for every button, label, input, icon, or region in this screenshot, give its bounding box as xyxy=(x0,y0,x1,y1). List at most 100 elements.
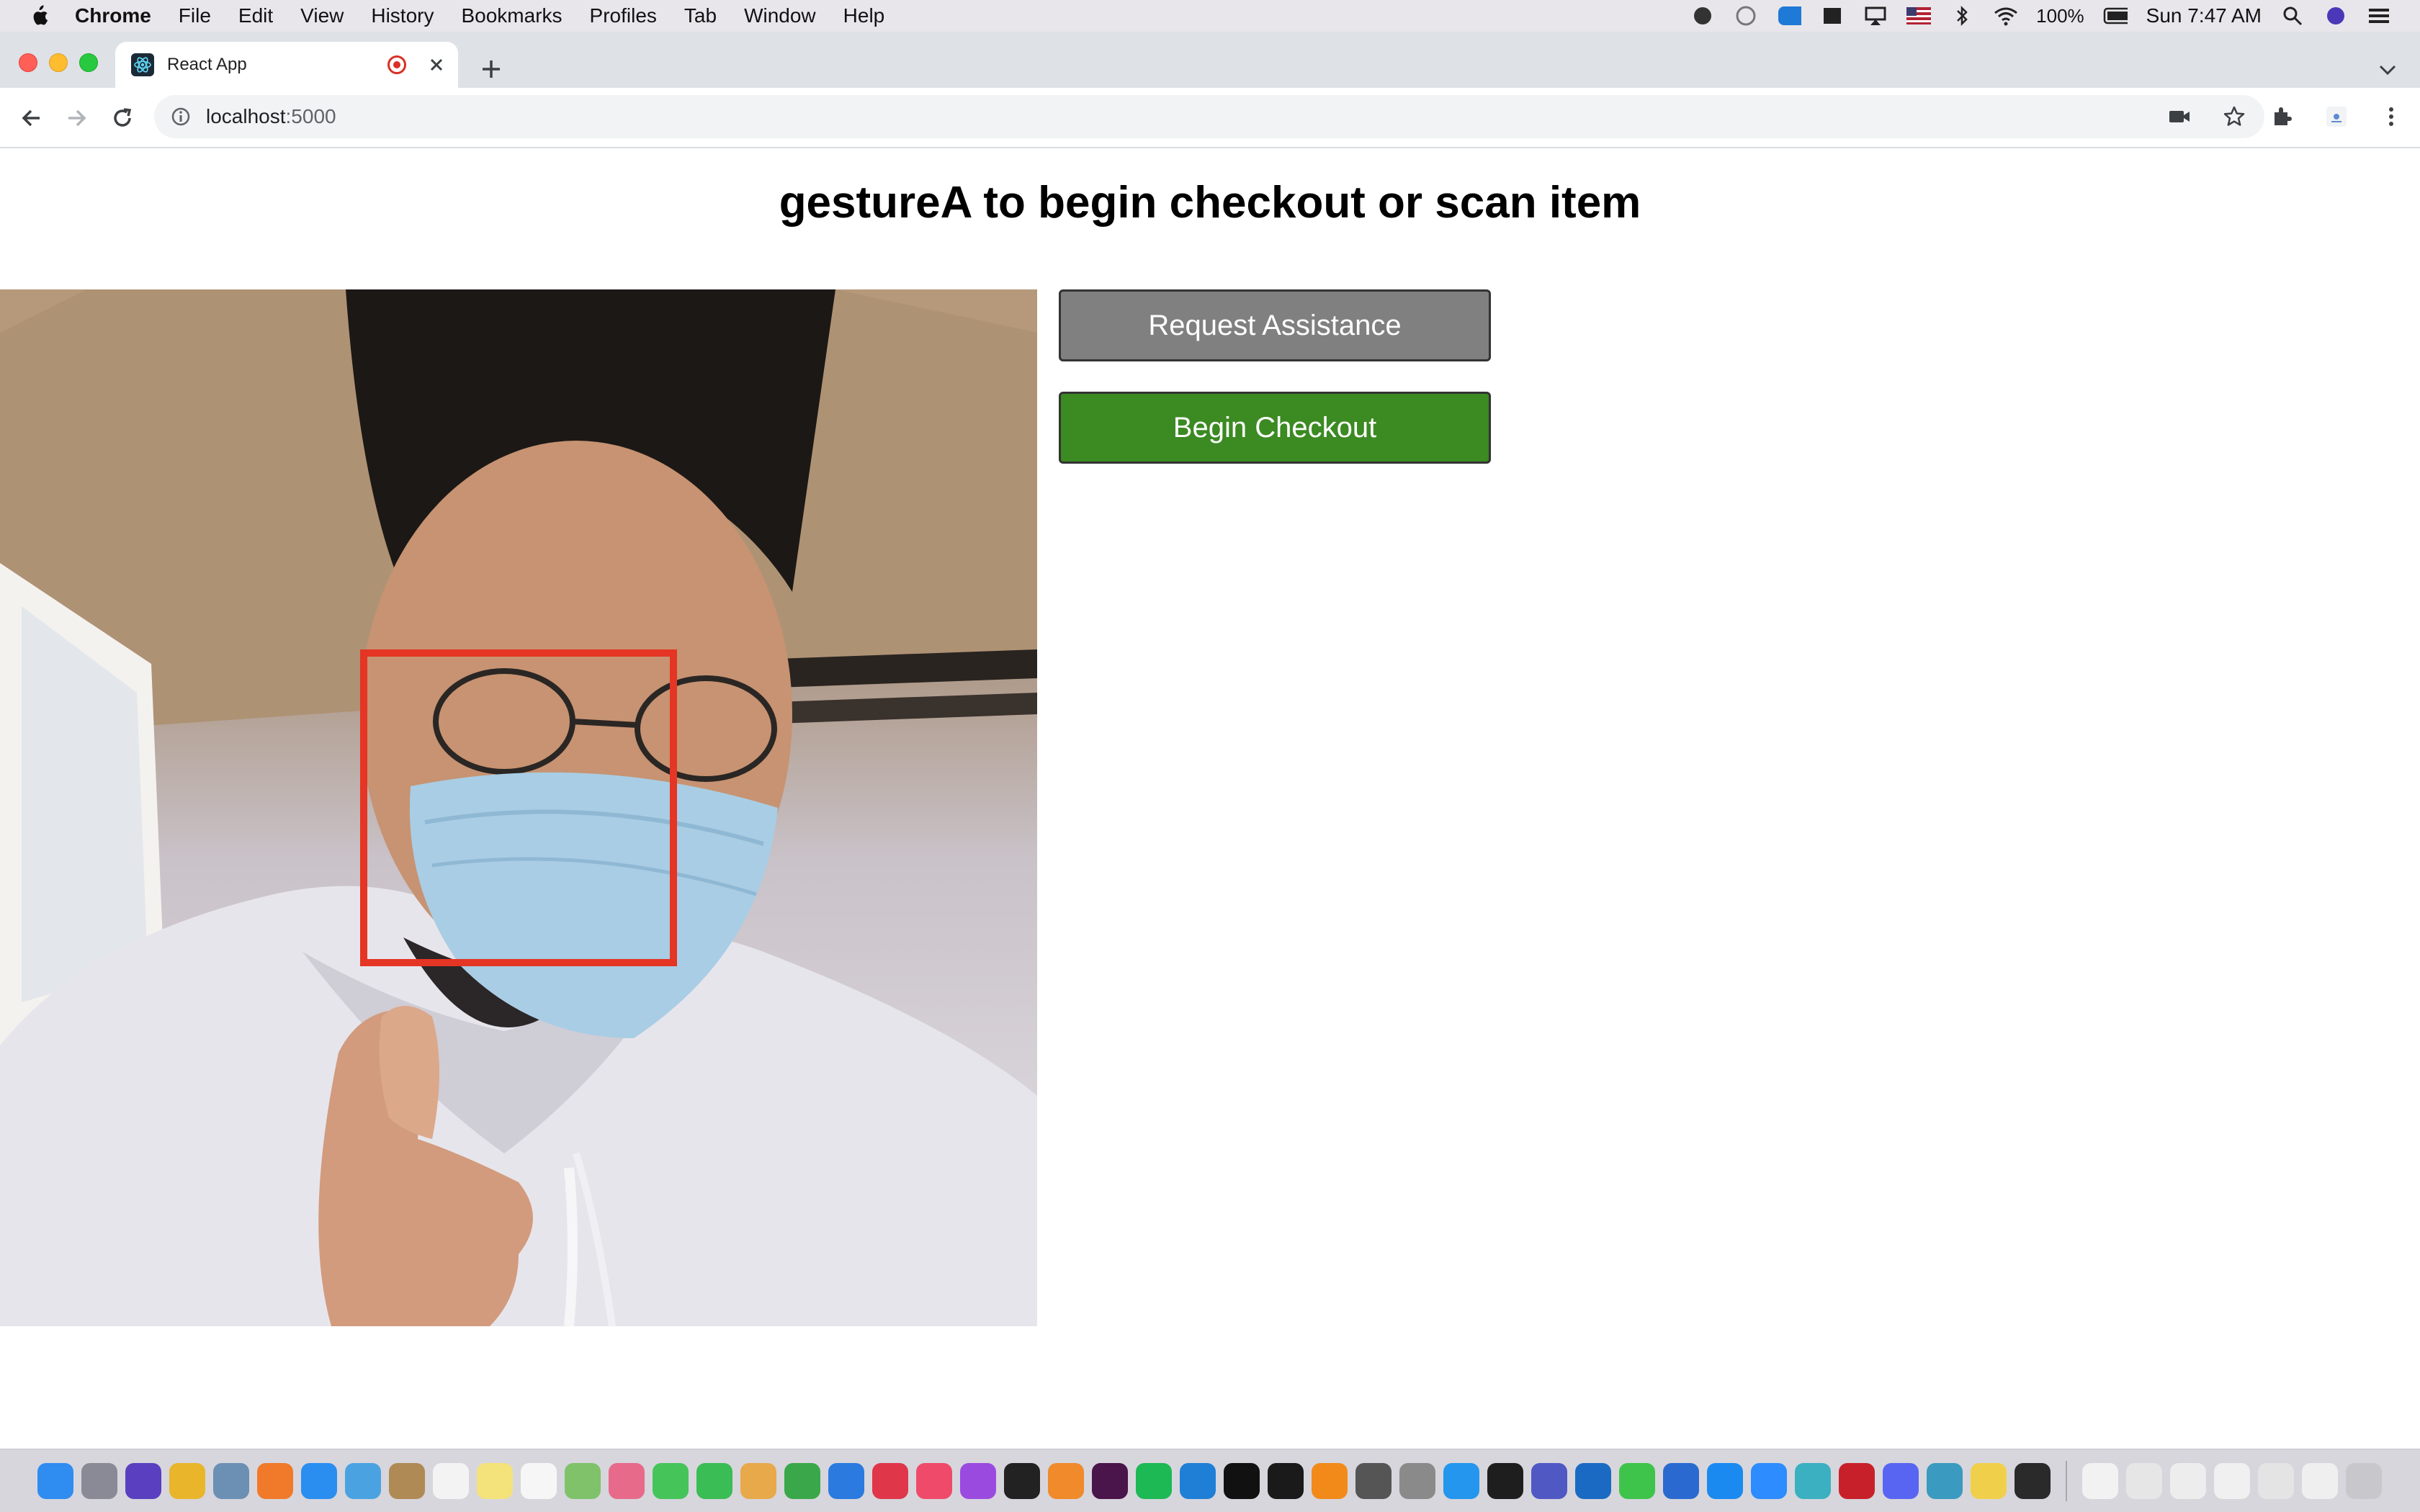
window-zoom-button[interactable] xyxy=(79,53,98,72)
dock-keynote-icon[interactable] xyxy=(828,1462,864,1499)
dock-asterisk-app-icon[interactable] xyxy=(1795,1462,1831,1499)
window-close-button[interactable] xyxy=(19,53,37,72)
tab-close-icon[interactable] xyxy=(426,55,447,75)
dock-facetime-icon[interactable] xyxy=(696,1462,732,1499)
menu-help[interactable]: Help xyxy=(843,4,885,27)
airplay-icon[interactable] xyxy=(1863,5,1888,27)
dock-safari-icon[interactable] xyxy=(301,1462,337,1499)
browser-toolbar: localhost:5000 xyxy=(0,88,2420,148)
site-info-icon[interactable] xyxy=(170,106,192,127)
dock-slack-icon[interactable] xyxy=(1092,1462,1128,1499)
dock-maps-2-icon[interactable] xyxy=(565,1462,601,1499)
page-title: gestureA to begin checkout or scan item xyxy=(779,178,1641,228)
chrome-menu-icon[interactable] xyxy=(2377,102,2406,131)
dock-terminal-icon[interactable] xyxy=(1487,1462,1523,1499)
dock-numbers-icon[interactable] xyxy=(784,1462,820,1499)
dock-photos-icon[interactable] xyxy=(609,1462,645,1499)
dock-intellij-icon[interactable] xyxy=(1224,1462,1260,1499)
tab-react-app[interactable]: React App xyxy=(115,42,458,88)
battery-icon[interactable] xyxy=(2103,5,2128,27)
dock-zoom-icon[interactable] xyxy=(1751,1462,1787,1499)
menu-tab[interactable]: Tab xyxy=(684,4,717,27)
dock-sublime-icon[interactable] xyxy=(1312,1462,1348,1499)
dock-app-store-icon[interactable] xyxy=(1707,1462,1743,1499)
dock-downloads-stack-icon[interactable] xyxy=(2126,1462,2162,1499)
dock-system-prefs-icon[interactable] xyxy=(1399,1462,1435,1499)
dock-pycharm-icon[interactable] xyxy=(1268,1462,1304,1499)
request-assistance-button[interactable]: Request Assistance xyxy=(1059,289,1491,361)
dock-chrome-icon[interactable] xyxy=(169,1462,205,1499)
dock-notes-icon[interactable] xyxy=(477,1462,513,1499)
dock-wechat-icon[interactable] xyxy=(1619,1462,1655,1499)
menubar-clock[interactable]: Sun 7:47 AM xyxy=(2146,4,2262,27)
dock-screenshots-stack-icon[interactable] xyxy=(2170,1462,2206,1499)
address-bar[interactable]: localhost:5000 xyxy=(154,95,2264,138)
dock-books-icon[interactable] xyxy=(1048,1462,1084,1499)
dock-trash-icon[interactable] xyxy=(2346,1462,2382,1499)
dock-preview-icon[interactable] xyxy=(740,1462,776,1499)
dock-screens-stack-icon[interactable] xyxy=(2258,1462,2294,1499)
begin-checkout-button[interactable]: Begin Checkout xyxy=(1059,392,1491,464)
bluetooth-icon[interactable] xyxy=(1950,5,1974,27)
dock-outlook-icon[interactable] xyxy=(1575,1462,1611,1499)
window-minimize-button[interactable] xyxy=(49,53,68,72)
dock-docker-icon[interactable] xyxy=(1443,1462,1479,1499)
menu-file[interactable]: File xyxy=(179,4,211,27)
grammarly-icon[interactable] xyxy=(1690,5,1715,27)
dock-texmaker-icon[interactable] xyxy=(1355,1462,1392,1499)
camera-in-use-icon[interactable] xyxy=(2166,104,2192,130)
reload-icon[interactable] xyxy=(108,104,137,132)
dock-spotify-icon[interactable] xyxy=(1136,1462,1172,1499)
dock-globe-app-icon[interactable] xyxy=(1927,1462,1963,1499)
dock-mail-app-icon[interactable] xyxy=(213,1462,249,1499)
bookmark-star-icon[interactable] xyxy=(2221,104,2247,130)
wifi-icon[interactable] xyxy=(1993,5,2018,27)
dock-music-icon[interactable] xyxy=(916,1462,952,1499)
siri-icon[interactable] xyxy=(2323,5,2348,27)
dock-launchpad-icon[interactable] xyxy=(81,1462,117,1499)
vpn-globe-icon[interactable] xyxy=(1734,5,1758,27)
dock-vscode-icon[interactable] xyxy=(1180,1462,1216,1499)
tab-search-chevron-icon[interactable] xyxy=(2377,59,2398,81)
dock-star-app-icon[interactable] xyxy=(1839,1462,1875,1499)
dock-discord-icon[interactable] xyxy=(1883,1462,1919,1499)
menu-window[interactable]: Window xyxy=(744,4,816,27)
url-text[interactable]: localhost:5000 xyxy=(206,105,336,128)
profile-avatar-icon[interactable] xyxy=(2322,102,2351,131)
control-center-icon[interactable] xyxy=(2367,5,2391,27)
dock-messages-icon[interactable] xyxy=(653,1462,689,1499)
dock-files-stack-icon[interactable] xyxy=(2214,1462,2250,1499)
dock-calendar-icon[interactable] xyxy=(433,1462,469,1499)
screen-recorder-icon[interactable] xyxy=(1777,5,1802,27)
dock-activity-monitor-icon[interactable] xyxy=(2015,1462,2051,1499)
dock-firefox-icon[interactable] xyxy=(257,1462,293,1499)
bi-icon[interactable] xyxy=(1820,5,1845,27)
dock-siri-icon[interactable] xyxy=(125,1462,161,1499)
menu-app-name[interactable]: Chrome xyxy=(75,4,151,27)
menu-edit[interactable]: Edit xyxy=(238,4,273,27)
dock-document-icon[interactable] xyxy=(2082,1462,2118,1499)
dock-news-icon[interactable] xyxy=(872,1462,908,1499)
status-area: 100% Sun 7:47 AM xyxy=(1690,0,2391,32)
menu-profiles[interactable]: Profiles xyxy=(590,4,657,27)
dock-folder-stack-icon[interactable] xyxy=(2302,1462,2338,1499)
extensions-puzzle-icon[interactable] xyxy=(2267,102,2296,131)
dock-tv-icon[interactable] xyxy=(1004,1462,1040,1499)
dock-reminders-icon[interactable] xyxy=(521,1462,557,1499)
spotlight-search-icon[interactable] xyxy=(2280,5,2305,27)
apple-icon[interactable] xyxy=(29,4,50,28)
menu-bookmarks[interactable]: Bookmarks xyxy=(461,4,562,27)
dock-bbedit-icon[interactable] xyxy=(1663,1462,1699,1499)
back-icon[interactable] xyxy=(17,104,46,132)
menu-history[interactable]: History xyxy=(371,4,434,27)
dock-maps-icon[interactable] xyxy=(345,1462,381,1499)
dock-notes-brown-icon[interactable] xyxy=(389,1462,425,1499)
input-source-flag-icon[interactable] xyxy=(1906,5,1932,27)
dock-python-icon[interactable] xyxy=(1971,1462,2007,1499)
dock-podcasts-icon[interactable] xyxy=(960,1462,996,1499)
menu-view[interactable]: View xyxy=(300,4,344,27)
new-tab-icon[interactable] xyxy=(478,56,504,82)
dock-finder-icon[interactable] xyxy=(37,1462,73,1499)
forward-icon[interactable] xyxy=(62,104,91,132)
dock-teams-icon[interactable] xyxy=(1531,1462,1567,1499)
